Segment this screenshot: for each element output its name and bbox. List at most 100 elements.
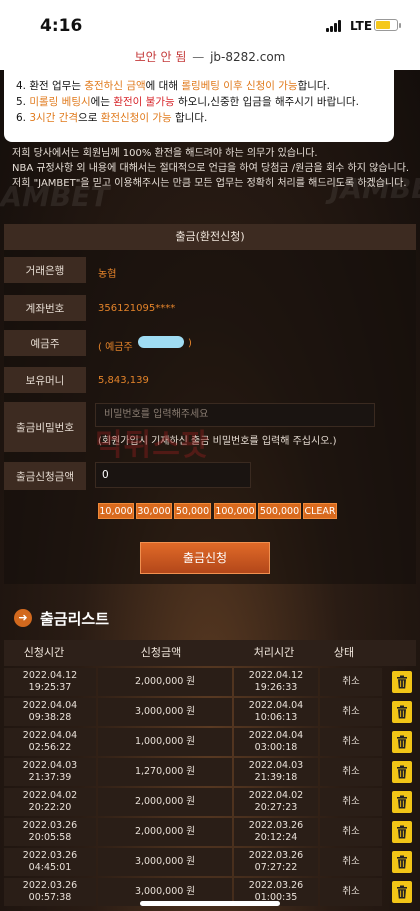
- request-time-cell: 2022.04.02 20:22:20: [4, 788, 96, 816]
- amount-cell: 2,000,000 원: [98, 788, 232, 816]
- header-amount: 신청금액: [140, 646, 182, 659]
- process-date: 2022.04.02: [248, 790, 304, 801]
- url-domain: jb-8282.com: [210, 50, 286, 64]
- process-time-cell: 2022.04.03 21:39:18: [234, 758, 318, 786]
- process-time: 20:12:24: [254, 832, 298, 843]
- status-cell: 취소: [320, 728, 382, 756]
- process-time: 20:27:23: [254, 802, 298, 813]
- watermark: 먹튀스팟: [95, 428, 210, 463]
- status-cell: 취소: [320, 788, 382, 816]
- request-time-cell: 2022.04.04 09:38:28: [4, 698, 96, 726]
- process-date: 2022.03.26: [248, 880, 304, 891]
- home-indicator[interactable]: [140, 901, 280, 906]
- request-time: 21:37:39: [28, 772, 72, 783]
- trash-icon[interactable]: [392, 671, 412, 693]
- table-row: 2022.04.12 19:25:37 2,000,000 원 2022.04.12 1…: [4, 667, 416, 697]
- amount-chip-100000[interactable]: 100,000: [214, 503, 256, 519]
- header-request-time: 신청시간: [23, 646, 65, 659]
- list-title: 출금리스트: [40, 609, 110, 628]
- table-row: 2022.04.04 02:56:22 1,000,000 원 2022.04.04 0…: [4, 727, 416, 757]
- request-date: 2022.03.26: [22, 820, 78, 831]
- status-cell: 취소: [320, 758, 382, 786]
- process-time-cell: 2022.04.12 19:26:33: [234, 668, 318, 696]
- info-line: NBA 규정사항 외 내용에 대해서는 절대적으로 언급을 하여 당첨금 /원금…: [12, 163, 410, 174]
- request-date: 2022.03.26: [22, 880, 78, 891]
- request-time: 09:38:28: [28, 712, 72, 723]
- table-row: 2022.04.04 09:38:28 3,000,000 원 2022.04.04 1…: [4, 697, 416, 727]
- trash-icon[interactable]: [392, 821, 412, 843]
- amount-chip-10000[interactable]: 10,000: [98, 503, 134, 519]
- amount-chip-50000[interactable]: 50,000: [174, 503, 211, 519]
- process-date: 2022.04.04: [248, 700, 304, 711]
- process-date: 2022.03.26: [248, 850, 304, 861]
- request-time: 19:25:37: [28, 682, 72, 693]
- request-time-cell: 2022.04.04 02:56:22: [4, 728, 96, 756]
- trash-icon[interactable]: [392, 851, 412, 873]
- request-date: 2022.04.03: [22, 760, 78, 771]
- info-line: 저희 당사에서는 회원님께 100% 환전을 해드려야 하는 의무가 있습니다.: [12, 148, 318, 159]
- trash-icon[interactable]: [392, 761, 412, 783]
- process-time-cell: 2022.04.04 10:06:13: [234, 698, 318, 726]
- clear-button[interactable]: CLEAR: [303, 503, 337, 519]
- account-value: 356121095****: [98, 303, 176, 314]
- process-date: 2022.04.03: [248, 760, 304, 771]
- process-time-cell: 2022.04.04 03:00:18: [234, 728, 318, 756]
- header-status: 상태: [333, 646, 355, 659]
- amount-chip-500000[interactable]: 500,000: [258, 503, 301, 519]
- amount-cell: 3,000,000 원: [98, 848, 232, 876]
- table-row: 2022.03.26 04:45:01 3,000,000 원 2022.03.26 0…: [4, 847, 416, 877]
- request-time: 02:56:22: [28, 742, 72, 753]
- request-time-cell: 2022.04.12 19:25:37: [4, 668, 96, 696]
- amount-chip-30000[interactable]: 30,000: [136, 503, 172, 519]
- process-date: 2022.03.26: [248, 820, 304, 831]
- amount-cell: 1,270,000 원: [98, 758, 232, 786]
- request-date: 2022.04.04: [22, 730, 78, 741]
- table-row: 2022.03.26 20:05:58 2,000,000 원 2022.03.26 2…: [4, 817, 416, 847]
- process-time: 19:26:33: [254, 682, 298, 693]
- request-date: 2022.04.12: [22, 670, 78, 681]
- status-cell: 취소: [320, 698, 382, 726]
- holder-value-open: ( 예금주: [98, 342, 133, 353]
- url-separator: —: [192, 50, 205, 64]
- trash-icon[interactable]: [392, 701, 412, 723]
- process-date: 2022.04.12: [248, 670, 304, 681]
- holder-label: 예금주: [4, 330, 86, 356]
- trash-icon[interactable]: [392, 881, 412, 903]
- trash-icon[interactable]: [392, 791, 412, 813]
- amount-cell: 2,000,000 원: [98, 668, 232, 696]
- table-row: 2022.04.02 20:22:20 2,000,000 원 2022.04.02 2…: [4, 787, 416, 817]
- process-time: 21:39:18: [254, 772, 298, 783]
- info-line: 저희 "JAMBET"을 믿고 이용해주시는 만큼 모든 업무는 정확히 처리를…: [12, 178, 407, 189]
- process-time: 03:00:18: [254, 742, 298, 753]
- process-time-cell: 2022.04.02 20:27:23: [234, 788, 318, 816]
- notice-line-5: 5. 미롤링 베팅시에는 환전이 불가능 하오니,신중한 입금을 해주시기 바랍…: [16, 96, 359, 108]
- arrow-right-circle-icon: ➜: [14, 609, 32, 627]
- table-row: 2022.04.03 21:37:39 1,270,000 원 2022.04.03 2…: [4, 757, 416, 787]
- form-title: 출금(환전신청): [4, 224, 416, 250]
- request-time-cell: 2022.04.03 21:37:39: [4, 758, 96, 786]
- holder-value-close: ): [188, 338, 192, 349]
- status-bar: 4:16 LTE: [0, 0, 420, 40]
- process-time: 07:27:22: [254, 862, 298, 873]
- balance-value: 5,843,139: [98, 375, 149, 386]
- amount-input[interactable]: 0: [95, 462, 251, 488]
- request-time-cell: 2022.03.26 20:05:58: [4, 818, 96, 846]
- network-label: LTE: [350, 19, 373, 33]
- bank-value: 농협: [98, 269, 117, 280]
- status-cell: 취소: [320, 818, 382, 846]
- process-time: 10:06:13: [254, 712, 298, 723]
- request-time: 20:05:58: [28, 832, 72, 843]
- signal-icon: [326, 20, 344, 32]
- url-bar[interactable]: 보안 안 됨 — jb-8282.com: [0, 40, 420, 70]
- request-time: 20:22:20: [28, 802, 72, 813]
- request-date: 2022.04.02: [22, 790, 78, 801]
- status-cell: 취소: [320, 878, 382, 906]
- withdraw-submit-button[interactable]: 출금신청: [140, 542, 270, 574]
- account-label: 계좌번호: [4, 295, 86, 321]
- request-time-cell: 2022.03.26 00:57:38: [4, 878, 96, 906]
- balance-label: 보유머니: [4, 367, 86, 393]
- status-cell: 취소: [320, 848, 382, 876]
- request-date: 2022.04.04: [22, 700, 78, 711]
- process-time-cell: 2022.03.26 20:12:24: [234, 818, 318, 846]
- trash-icon[interactable]: [392, 731, 412, 753]
